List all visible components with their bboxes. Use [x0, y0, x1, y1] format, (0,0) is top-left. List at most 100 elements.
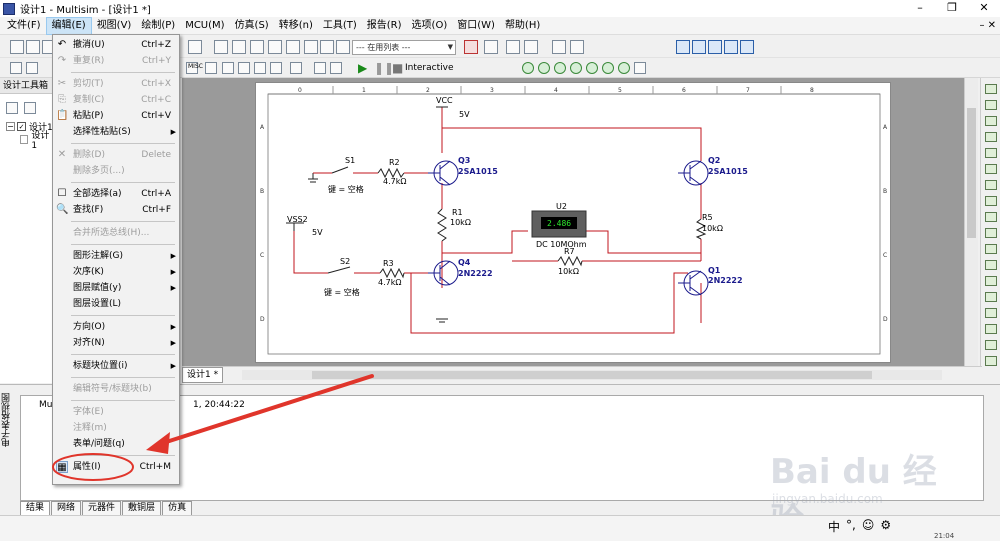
multimeter-u2[interactable]: 2.486 — [531, 210, 587, 238]
document-window-controls[interactable]: – ✕ — [979, 17, 996, 35]
zoom-find-icon[interactable] — [552, 40, 566, 54]
probe-digital-icon[interactable] — [602, 62, 614, 74]
spectrum-analyzer-icon[interactable] — [985, 276, 997, 286]
edit-menu-item-29[interactable]: 注释(m) — [53, 420, 179, 436]
edit-menu-item-11[interactable]: ☐ 全部选择(a) Ctrl+A — [53, 186, 179, 202]
menu-window[interactable]: 窗口(W) — [452, 17, 500, 35]
source-icon[interactable] — [10, 62, 22, 74]
function-generator-icon[interactable] — [985, 100, 997, 110]
forward-annotate-icon[interactable] — [506, 40, 520, 54]
rf-icon[interactable] — [290, 62, 302, 74]
database-icon[interactable] — [286, 40, 300, 54]
checkbox-icon[interactable]: ✓ — [17, 122, 26, 131]
edit-menu-item-26[interactable]: 编辑符号/标题块(b) — [53, 381, 179, 397]
tree-node-sheet[interactable]: 设计1 — [6, 131, 53, 151]
edit-menu-item-19[interactable]: 图层设置(L) — [53, 296, 179, 312]
edit-menu-item-32[interactable]: ▦ 属性(I) Ctrl+M — [53, 459, 179, 475]
iv-analyzer-icon[interactable] — [985, 244, 997, 254]
horizontal-scrollbar[interactable] — [242, 370, 942, 380]
edit-menu-item-4[interactable]: ⎘ 复制(C) Ctrl+C — [53, 92, 179, 108]
misc-label[interactable]: MISC — [188, 63, 203, 70]
collapse-icon[interactable]: − — [6, 122, 15, 131]
electromechanical-icon[interactable] — [238, 62, 250, 74]
edit-menu-item-21[interactable]: 方向(O) ▶ — [53, 319, 179, 335]
open-folder-icon[interactable] — [26, 40, 40, 54]
menu-place[interactable]: 绘制(P) — [136, 17, 180, 35]
wattmeter-icon[interactable] — [985, 116, 997, 126]
bode-plotter-icon[interactable] — [985, 164, 997, 174]
menu-options[interactable]: 选项(O) — [407, 17, 453, 35]
probe-voltage-icon[interactable] — [522, 62, 534, 74]
oscilloscope-icon[interactable] — [985, 132, 997, 142]
ime-punctuation[interactable]: °, — [846, 518, 856, 535]
component-view-icon[interactable] — [232, 40, 246, 54]
agilent-multimeter-icon[interactable] — [985, 324, 997, 334]
frequency-counter-icon[interactable] — [985, 180, 997, 190]
zoom-out-icon[interactable] — [692, 40, 706, 54]
edit-menu-item-0[interactable]: ↶ 撤消(U) Ctrl+Z — [53, 37, 179, 53]
ime-emoji-icon[interactable]: ☺ — [862, 518, 875, 535]
zoom-sheet-icon[interactable] — [724, 40, 738, 54]
bus-icon[interactable] — [330, 62, 342, 74]
power-icon[interactable] — [222, 62, 234, 74]
vertical-scrollbar[interactable] — [964, 78, 978, 366]
zoom-in-icon[interactable] — [676, 40, 690, 54]
new-file-icon[interactable] — [10, 40, 24, 54]
transfer-icon[interactable] — [524, 40, 538, 54]
network-analyzer-icon[interactable] — [985, 292, 997, 302]
redo-toolbar-icon[interactable] — [188, 40, 202, 54]
logic-analyzer-icon[interactable] — [985, 228, 997, 238]
virtual-instrument-icon[interactable] — [304, 40, 318, 54]
full-screen-icon[interactable] — [740, 40, 754, 54]
edit-menu-item-22[interactable]: 对齐(N) ▶ — [53, 335, 179, 351]
probe-settings-icon[interactable] — [618, 62, 630, 74]
in-use-list-select[interactable]: --- 在用列表 --- ▼ — [352, 40, 456, 55]
probe-current-icon[interactable] — [538, 62, 550, 74]
edit-menu-item-5[interactable]: 📋 粘贴(P) Ctrl+V — [53, 108, 179, 124]
ercheck-icon[interactable] — [320, 40, 334, 54]
tab-components[interactable]: 元器件 — [82, 501, 122, 516]
edit-menu-item-9[interactable]: 删除多页(...) — [53, 163, 179, 179]
ime-language[interactable]: 中 — [828, 518, 840, 535]
edit-menu-item-16[interactable]: 图形注解(G) ▶ — [53, 248, 179, 264]
advanced-peripherals-icon[interactable] — [270, 62, 282, 74]
menu-tools[interactable]: 工具(T) — [318, 17, 362, 35]
minimize-button[interactable]: – — [904, 0, 936, 17]
tab-nets[interactable]: 网络 — [51, 501, 82, 516]
mcu-icon[interactable] — [254, 62, 266, 74]
edit-menu-item-14[interactable]: 合并所选总线(H)... — [53, 225, 179, 241]
menu-mcu[interactable]: MCU(M) — [180, 17, 229, 35]
run-icon[interactable]: ▶ — [358, 61, 367, 75]
probe-diff-icon[interactable] — [570, 62, 582, 74]
logic-converter-icon[interactable] — [985, 212, 997, 222]
four-channel-scope-icon[interactable] — [985, 148, 997, 158]
probe-reference-icon[interactable] — [586, 62, 598, 74]
tab-design1[interactable]: 设计1 * — [182, 367, 224, 383]
probe-power-icon[interactable] — [554, 62, 566, 74]
indicator-icon[interactable] — [205, 62, 217, 74]
word-generator-icon[interactable] — [985, 196, 997, 206]
menu-simulate[interactable]: 仿真(S) — [230, 17, 274, 35]
zoom-area-icon[interactable] — [708, 40, 722, 54]
restore-button[interactable]: ❐ — [936, 0, 968, 17]
edit-menu-item-30[interactable]: 表单/问题(q) — [53, 436, 179, 452]
toolbox-new-icon[interactable] — [6, 102, 18, 114]
distortion-analyzer-icon[interactable] — [985, 260, 997, 270]
edit-menu-item-28[interactable]: 字体(E) — [53, 404, 179, 420]
gear-icon[interactable] — [634, 62, 646, 74]
close-button[interactable]: ✕ — [968, 0, 1000, 17]
hierarchical-block-icon[interactable] — [314, 62, 326, 74]
help-icon[interactable] — [570, 40, 584, 54]
spreadsheet-icon[interactable] — [214, 40, 228, 54]
schematic-sheet[interactable]: 0 1 2 3 4 5 6 7 8 A B C D A B C D 2.486 … — [255, 82, 891, 363]
multimeter-instrument-icon[interactable] — [985, 84, 997, 94]
tab-copper-layers[interactable]: 敷铜层 — [122, 501, 162, 516]
edit-menu-item-1[interactable]: ↷ 重复(R) Ctrl+Y — [53, 53, 179, 69]
edit-menu-item-6[interactable]: 选择性粘贴(S) ▶ — [53, 124, 179, 140]
menu-view[interactable]: 视图(V) — [92, 17, 137, 35]
grapher-icon[interactable] — [250, 40, 264, 54]
edit-menu-item-18[interactable]: 图层赋值(y) ▶ — [53, 280, 179, 296]
menu-reports[interactable]: 报告(R) — [362, 17, 407, 35]
tektronix-scope-icon[interactable] — [985, 340, 997, 350]
edit-menu-item-3[interactable]: ✂ 剪切(T) Ctrl+X — [53, 76, 179, 92]
